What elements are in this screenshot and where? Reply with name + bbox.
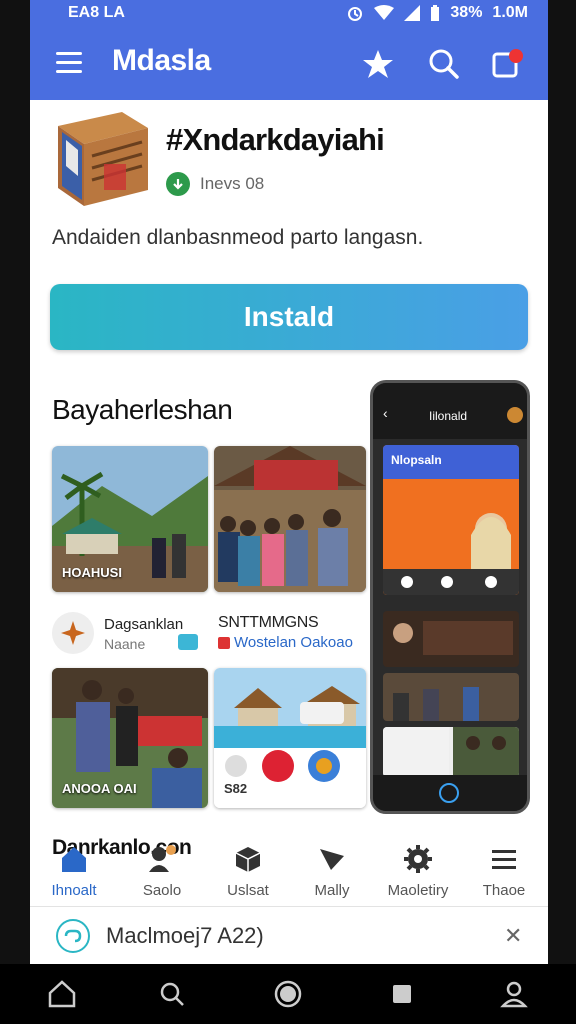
box-icon: [208, 842, 288, 876]
phone-home-icon: [439, 783, 459, 803]
nav-circle-icon[interactable]: [272, 978, 304, 1010]
close-icon[interactable]: ✕: [504, 923, 522, 949]
phone-row: [383, 673, 519, 721]
bottom-banner[interactable]: Maclmoej7 A22) ✕: [30, 906, 548, 964]
screenshot-caption: HOAHUSI: [62, 565, 122, 580]
tab-maoletiry[interactable]: Maoletiry: [378, 842, 458, 899]
screenshots-section-title: Bayaherleshan: [52, 394, 233, 425]
tab-saolo[interactable]: Saolo: [122, 842, 202, 899]
signal-icon: [404, 5, 421, 21]
tab-thaoe[interactable]: Thaoe: [464, 842, 544, 899]
status-left-text: EA8 LA: [68, 4, 125, 21]
tab-mally[interactable]: Mally: [292, 842, 372, 899]
screenshot-thumb[interactable]: [214, 446, 366, 592]
phone-mockup: ‹ Iilonald Nlopsaln: [370, 380, 530, 814]
notification-icon[interactable]: [488, 46, 524, 82]
install-button[interactable]: Instald: [50, 284, 528, 350]
speed-text: 1.0M: [492, 4, 528, 21]
tab-label: Saolo: [142, 882, 182, 899]
battery-text: 38%: [450, 4, 483, 21]
app-name: #Xndarkdayiahi: [166, 122, 385, 157]
screenshot-thumb[interactable]: ANOOA OAI: [52, 668, 208, 808]
menu-icon: [464, 842, 544, 876]
related-title: SNTTMMGNS: [218, 614, 319, 631]
verified-row: Inevs 08: [166, 172, 264, 196]
nav-home-icon[interactable]: [46, 978, 78, 1010]
phone-topbar: ‹ Iilonald: [373, 383, 527, 439]
screenshot-thumb[interactable]: S82: [214, 668, 366, 808]
system-nav-bar: [0, 964, 576, 1024]
developer-name: Dagsanklan: [104, 616, 184, 633]
developer-avatar[interactable]: [52, 612, 94, 654]
developer-sub: Naane: [104, 636, 146, 652]
phone-nav: [373, 775, 527, 811]
user-icon: [122, 842, 202, 876]
gear-icon: [378, 842, 458, 876]
phone-back-icon: ‹: [383, 405, 388, 421]
alarm-icon: [348, 7, 363, 21]
star-icon[interactable]: [360, 46, 396, 82]
app-description: Andaiden dlanbasnmeod parto langasn.: [52, 226, 424, 249]
nav-search-icon[interactable]: [156, 978, 188, 1010]
app-bar-title: Mdasla: [112, 44, 211, 77]
screenshot-caption: ANOOA OAI: [62, 781, 137, 796]
red-badge-icon: [218, 636, 230, 649]
nav-square-icon[interactable]: [386, 978, 418, 1010]
nav-profile-icon[interactable]: [498, 978, 530, 1010]
tab-home[interactable]: Ihnoalt: [34, 842, 114, 899]
tab-label: Ihnoalt: [51, 882, 97, 899]
app-bar: Mdasla: [30, 28, 548, 100]
battery-icon: [431, 5, 440, 21]
phone-card-title: Nlopsaln: [391, 453, 442, 467]
app-page: EA8 LA 38% 1.0M Mdasla #Xndarkdayiahi In…: [30, 0, 548, 964]
tab-label: Uslsat: [227, 882, 269, 899]
tag-badge: [178, 634, 198, 650]
tab-label: Maoletiry: [387, 882, 449, 899]
send-icon: [292, 842, 372, 876]
hamburger-menu-icon[interactable]: [56, 52, 82, 74]
related-sub: Wostelan Oakoao: [218, 634, 353, 651]
phone-row: [383, 611, 519, 667]
status-bar: EA8 LA 38% 1.0M: [30, 0, 548, 28]
screenshot-thumb[interactable]: HOAHUSI: [52, 446, 208, 592]
phone-title: Iilonald: [429, 409, 468, 423]
verified-text: Inevs 08: [200, 174, 265, 193]
phone-card: Nlopsaln: [383, 445, 519, 595]
status-right: 38% 1.0M: [346, 4, 528, 22]
phone-avatar: [507, 407, 523, 423]
phone-row: [383, 727, 519, 777]
link-icon: [56, 919, 90, 953]
tab-uslsat[interactable]: Uslsat: [208, 842, 288, 899]
app-icon: [52, 106, 152, 210]
wifi-icon: [374, 5, 395, 20]
banner-text: Maclmoej7 A22): [106, 923, 264, 948]
tab-label: Thaoe: [482, 882, 526, 899]
phone-card-bar: Nlopsaln: [383, 445, 519, 479]
related-sub-text: Wostelan Oakoao: [234, 634, 353, 651]
screenshot-caption: S82: [224, 781, 248, 796]
home-icon: [34, 842, 114, 876]
tab-label: Mally: [314, 882, 350, 899]
verified-check-icon: [166, 172, 190, 196]
search-icon[interactable]: [426, 46, 462, 82]
